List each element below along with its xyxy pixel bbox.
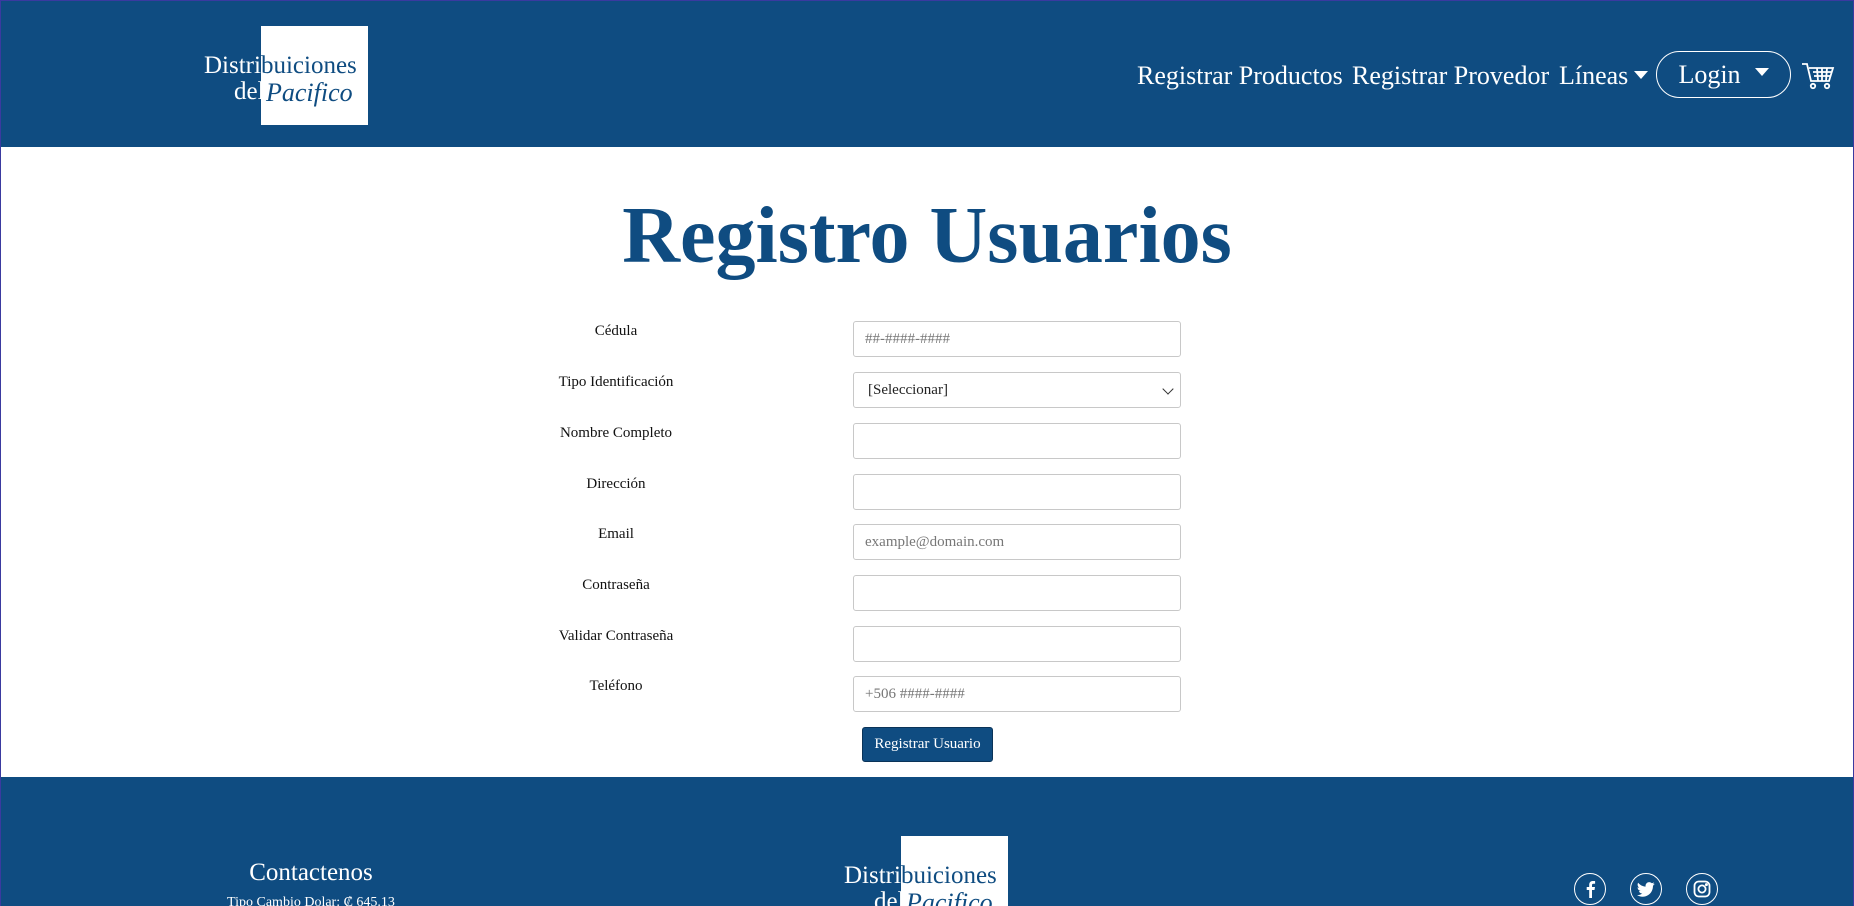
brand-logo[interactable]: Distribuiciones del Pacifico (204, 26, 368, 125)
form-row-contrasena: Contraseña (1, 575, 1853, 611)
logo-text-del: del (234, 78, 265, 105)
validar-contrasena-input[interactable] (853, 626, 1181, 662)
site-header: Distribuiciones del Pacifico Registrar P… (1, 1, 1853, 147)
contrasena-label: Contraseña (582, 577, 650, 593)
direccion-input[interactable] (853, 474, 1181, 510)
cedula-input[interactable] (853, 321, 1181, 357)
footer-brand-logo: Distribuiciones del Pacifico (844, 836, 1008, 906)
nav-registrar-productos[interactable]: Registrar Productos (1137, 61, 1343, 91)
nombre-completo-label: Nombre Completo (559, 425, 673, 441)
logo-text-del: del (874, 888, 905, 906)
form-row-telefono: Teléfono (1, 676, 1853, 712)
telefono-input[interactable] (853, 676, 1181, 712)
logo-text-pacifico: Pacifico (266, 78, 353, 107)
telefono-label: Teléfono (589, 678, 643, 694)
chevron-down-icon (1754, 67, 1769, 76)
validar-contrasena-label: Validar Contraseña (558, 628, 674, 644)
chevron-down-icon (1162, 383, 1174, 395)
nav-registrar-provedor[interactable]: Registrar Provedor (1352, 61, 1549, 91)
exchange-rate-text: Tipo Cambio Dolar: ₡ 645.13 (227, 895, 395, 906)
email-input[interactable] (853, 524, 1181, 560)
tipo-identificacion-label: Tipo Identificación (558, 374, 674, 390)
cedula-label: Cédula (594, 323, 638, 339)
contrasena-input[interactable] (853, 575, 1181, 611)
logo-text-line1: Distribuiciones (844, 862, 997, 889)
tipo-identificacion-value: [Seleccionar] (868, 381, 948, 398)
direccion-label: Dirección (586, 476, 646, 492)
site-footer: Contactenos Tipo Cambio Dolar: ₡ 645.13 … (1, 777, 1853, 906)
nombre-completo-input[interactable] (853, 423, 1181, 459)
form-row-cedula: Cédula (1, 321, 1853, 357)
nav-lineas-dropdown[interactable]: Líneas (1559, 61, 1649, 91)
form-row-tipo: Tipo Identificación [Seleccionar] (1, 372, 1853, 408)
form-row-direccion: Dirección (1, 474, 1853, 510)
chevron-down-icon (1634, 71, 1649, 80)
twitter-icon[interactable] (1630, 873, 1662, 905)
registrar-usuario-button[interactable]: Registrar Usuario (862, 727, 993, 762)
login-dropdown-button[interactable]: Login (1656, 51, 1791, 98)
form-row-nombre: Nombre Completo (1, 423, 1853, 459)
login-label: Login (1678, 59, 1741, 89)
page-title: Registro Usuarios (622, 192, 1232, 280)
form-row-email: Email (1, 524, 1853, 560)
instagram-icon[interactable] (1686, 873, 1718, 905)
facebook-icon[interactable] (1574, 873, 1606, 905)
footer-contact-title: Contactenos (249, 859, 373, 886)
logo-text-line1: Distribuiciones (204, 52, 357, 79)
shopping-cart-icon[interactable] (1801, 61, 1835, 91)
logo-text-pacifico: Pacifico (906, 888, 993, 906)
nav-lineas-label: Líneas (1559, 61, 1629, 90)
email-label: Email (598, 526, 634, 542)
tipo-identificacion-select[interactable]: [Seleccionar] (853, 372, 1181, 408)
form-row-validar-contrasena: Validar Contraseña (1, 626, 1853, 662)
